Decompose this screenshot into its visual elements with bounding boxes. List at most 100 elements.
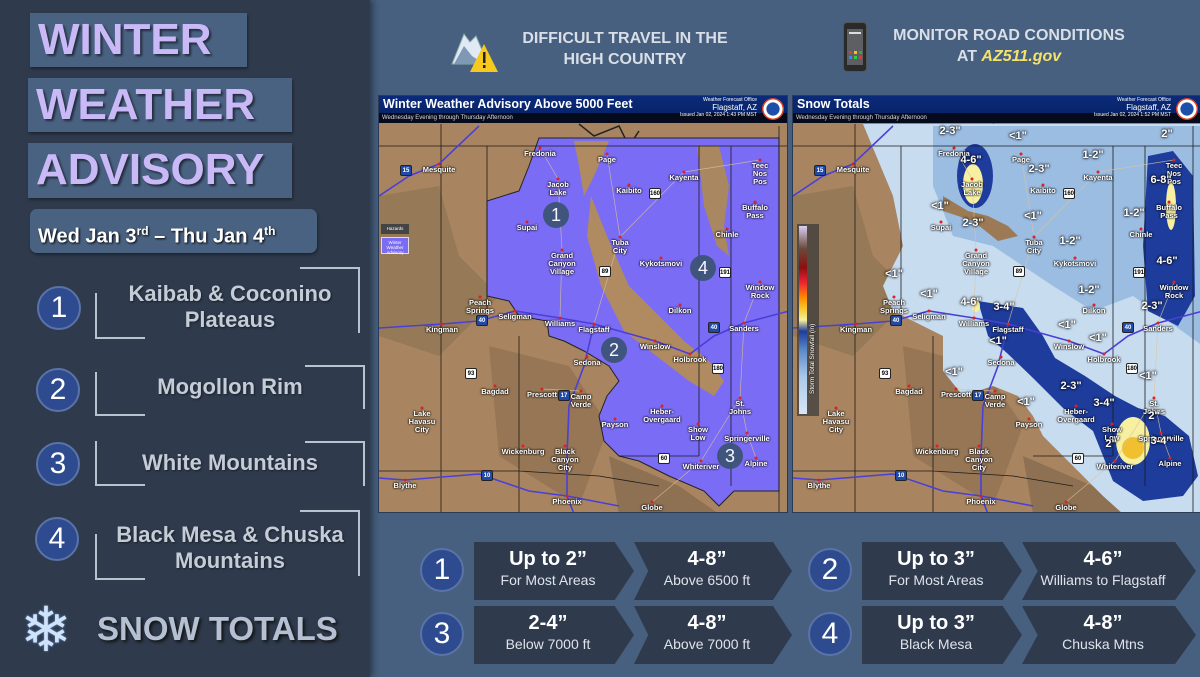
city-label: Buffalo Pass: [1156, 203, 1182, 220]
forecast-box: 2-4” Below 7000 ft: [474, 606, 634, 664]
snow-amount-label: 6-8": [1150, 174, 1172, 186]
city-label: Window Rock: [1159, 283, 1189, 300]
snow-amount-label: <1": [1139, 370, 1157, 382]
snowfall-color-legend: Storm Total Snowfall (in): [797, 224, 819, 416]
city-label: Holbrook: [1087, 355, 1121, 364]
city-label: Black Canyon City: [965, 447, 993, 472]
region-number-2: 2: [36, 368, 80, 412]
highway-shield: 89: [1013, 266, 1025, 277]
city-label: Alpine: [744, 459, 768, 468]
city-label: Globe: [1055, 503, 1077, 512]
city-label: Wickenburg: [501, 447, 545, 456]
snow-amount-label: <1": [1089, 332, 1107, 344]
city-label: St. Johns: [728, 399, 752, 416]
road-line-2-prefix: AT: [956, 48, 982, 65]
city-label: Kingman: [839, 325, 873, 334]
snow-amount-label: 4-6": [960, 154, 982, 166]
snow-amount-label: <1": [1024, 210, 1042, 222]
issued-time: Issued Jan 02, 2024 1:43 PM MST: [680, 112, 757, 118]
city-label: Kingman: [425, 325, 459, 334]
city-label: Flagstaff: [992, 325, 1024, 334]
title-line-2: WEATHER: [28, 78, 292, 132]
zone-marker-4: 4: [690, 255, 716, 281]
legend-title: Hazards: [381, 224, 409, 234]
city-label: Kaibito: [616, 186, 642, 195]
snow-amount-label: 1-2": [1078, 284, 1100, 296]
city-label: Sanders: [1143, 324, 1173, 333]
city-label: Show Low: [688, 425, 708, 442]
forecast-amount: 4-8”: [687, 548, 727, 570]
snow-amount-label: 3-4": [1150, 435, 1172, 447]
snow-amount-label: <1": [945, 366, 963, 378]
city-label: Flagstaff: [578, 325, 610, 334]
city-label: Peach Springs: [466, 298, 494, 315]
city-label: Prescott: [526, 390, 558, 399]
title-line-3: ADVISORY: [28, 143, 292, 198]
city-label: Heber- Overgaard: [1057, 407, 1095, 424]
forecast-amount: Up to 2”: [509, 548, 587, 570]
city-label: Chinle: [1129, 230, 1153, 239]
city-label: Mesquite: [836, 165, 870, 174]
city-label: Tuba City: [1025, 238, 1043, 255]
forecast-amount: 2-4”: [528, 612, 568, 634]
travel-message: DIFFICULT TRAVEL IN THE HIGH COUNTRY: [495, 28, 755, 70]
forecast-amount: Up to 3”: [897, 548, 975, 570]
snow-amount-label: 2": [1148, 410, 1160, 422]
highway-shield: 15: [814, 165, 826, 176]
date-end: Thu Jan 4: [170, 225, 265, 248]
region-name-2: Mogollon Rim: [157, 374, 303, 399]
highway-shield: 10: [481, 470, 493, 481]
snow-totals-map: Snow Totals Wednesday Evening through Th…: [792, 95, 1200, 513]
snow-amount-label: 2-3": [939, 125, 961, 137]
snow-totals-heading: SNOW TOTALS: [97, 610, 338, 647]
highway-shield: 191: [719, 267, 731, 278]
city-label: Bagdad: [895, 387, 923, 396]
city-label: Grand Canyon Village: [548, 251, 576, 276]
highway-shield: 60: [1072, 453, 1084, 464]
legend-advisory: Winter Weather Advisory: [381, 237, 409, 255]
highway-shield: 93: [879, 368, 891, 379]
city-label: Whiteriver: [682, 462, 720, 471]
city-label: Page: [598, 155, 616, 164]
highway-shield: 93: [465, 368, 477, 379]
city-label: Payson: [601, 420, 629, 429]
city-label: Whiteriver: [1096, 462, 1134, 471]
forecast-box: 4-6” Williams to Flagstaff: [1022, 542, 1196, 600]
forecast-box: Up to 3” Black Mesa: [862, 606, 1022, 664]
date-start-suffix: rd: [136, 224, 149, 238]
snow-amount-label: 2": [1105, 438, 1117, 450]
city-label: Jacob Lake: [961, 180, 983, 197]
city-label: Dilkon: [1082, 306, 1106, 315]
zone-marker-2: 2: [601, 337, 627, 363]
forecast-amount: 4-8”: [687, 612, 727, 634]
title-line-1: WINTER: [30, 13, 247, 67]
city-label: Black Canyon City: [551, 447, 579, 472]
forecast-box: 4-8” Above 7000 ft: [634, 606, 792, 664]
road-line-1: MONITOR ROAD CONDITIONS: [893, 27, 1125, 44]
city-label: Sanders: [729, 324, 759, 333]
nws-logo: [1176, 98, 1198, 120]
date-start: Wed Jan 3: [38, 225, 137, 248]
left-panel: WINTER WEATHER ADVISORY Wed Jan 3rd – Th…: [0, 0, 370, 677]
city-label: Jacob Lake: [547, 180, 569, 197]
city-label: Heber- Overgaard: [643, 407, 681, 424]
highway-shield: 10: [895, 470, 907, 481]
date-separator: –: [148, 225, 171, 248]
city-label: Window Rock: [745, 283, 775, 300]
highway-shield: 17: [972, 390, 984, 401]
snow-amount-label: <1": [885, 268, 903, 280]
city-label: Prescott: [940, 390, 972, 399]
zone-marker-1: 1: [543, 202, 569, 228]
city-label: Lake Havasu City: [822, 409, 850, 434]
highway-shield: 60: [658, 453, 670, 464]
city-label: Williams: [958, 319, 990, 328]
snow-amount-label: 2-3": [1060, 380, 1082, 392]
office-name: Flagstaff, AZ: [712, 103, 757, 112]
highway-shield: 89: [599, 266, 611, 277]
region-name-1: Kaibab & Coconino Plateaus: [128, 281, 332, 332]
city-label: Bagdad: [481, 387, 509, 396]
city-label: Blythe: [807, 481, 831, 490]
forecast-zone-2: 2: [808, 548, 852, 592]
city-label: Kaibito: [1030, 186, 1056, 195]
az511-link[interactable]: AZ511.gov: [981, 48, 1061, 65]
